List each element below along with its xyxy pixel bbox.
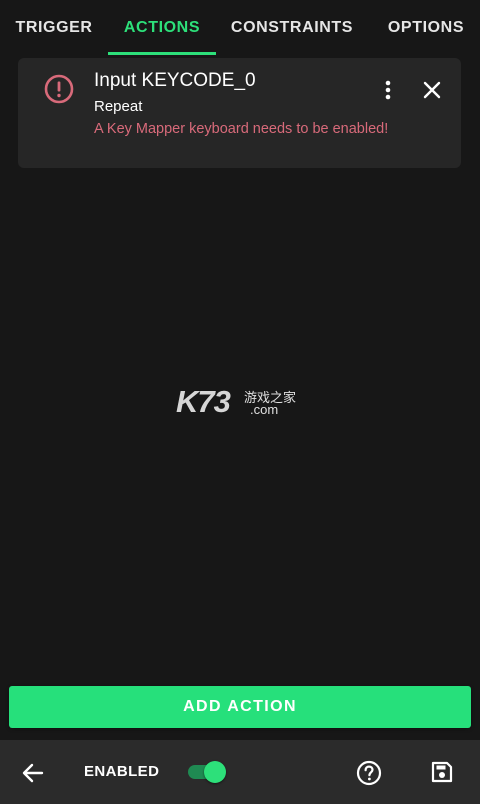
back-arrow-icon[interactable] <box>20 760 46 786</box>
action-title: Input KEYCODE_0 <box>94 70 256 91</box>
action-error-message: A Key Mapper keyboard needs to be enable… <box>94 121 389 137</box>
more-vert-icon[interactable] <box>378 78 398 102</box>
watermark-logo: K73 游戏之家 .com <box>176 384 306 424</box>
add-action-button[interactable]: ADD ACTION <box>9 686 471 728</box>
close-icon[interactable] <box>420 78 444 102</box>
tab-constraints[interactable]: CONSTRAINTS <box>216 0 368 56</box>
active-tab-indicator <box>108 52 216 55</box>
tab-actions[interactable]: ACTIONS <box>108 0 216 56</box>
watermark-brand: K73 <box>176 384 231 419</box>
tab-options[interactable]: OPTIONS <box>372 0 480 56</box>
save-icon[interactable] <box>430 760 454 784</box>
help-icon[interactable] <box>356 760 382 786</box>
bottom-app-bar: ENABLED <box>0 740 480 804</box>
tab-trigger[interactable]: TRIGGER <box>0 0 108 56</box>
enabled-label: ENABLED <box>84 763 160 780</box>
action-card[interactable]: Input KEYCODE_0 Repeat A Key Mapper keyb… <box>18 58 461 168</box>
error-circle-icon <box>44 74 74 104</box>
enabled-toggle[interactable] <box>186 761 226 783</box>
action-subtitle: Repeat <box>94 98 143 115</box>
toggle-thumb <box>204 761 226 783</box>
watermark-domain: .com <box>250 402 279 417</box>
tab-bar: TRIGGER ACTIONS CONSTRAINTS OPTIONS <box>0 0 480 56</box>
